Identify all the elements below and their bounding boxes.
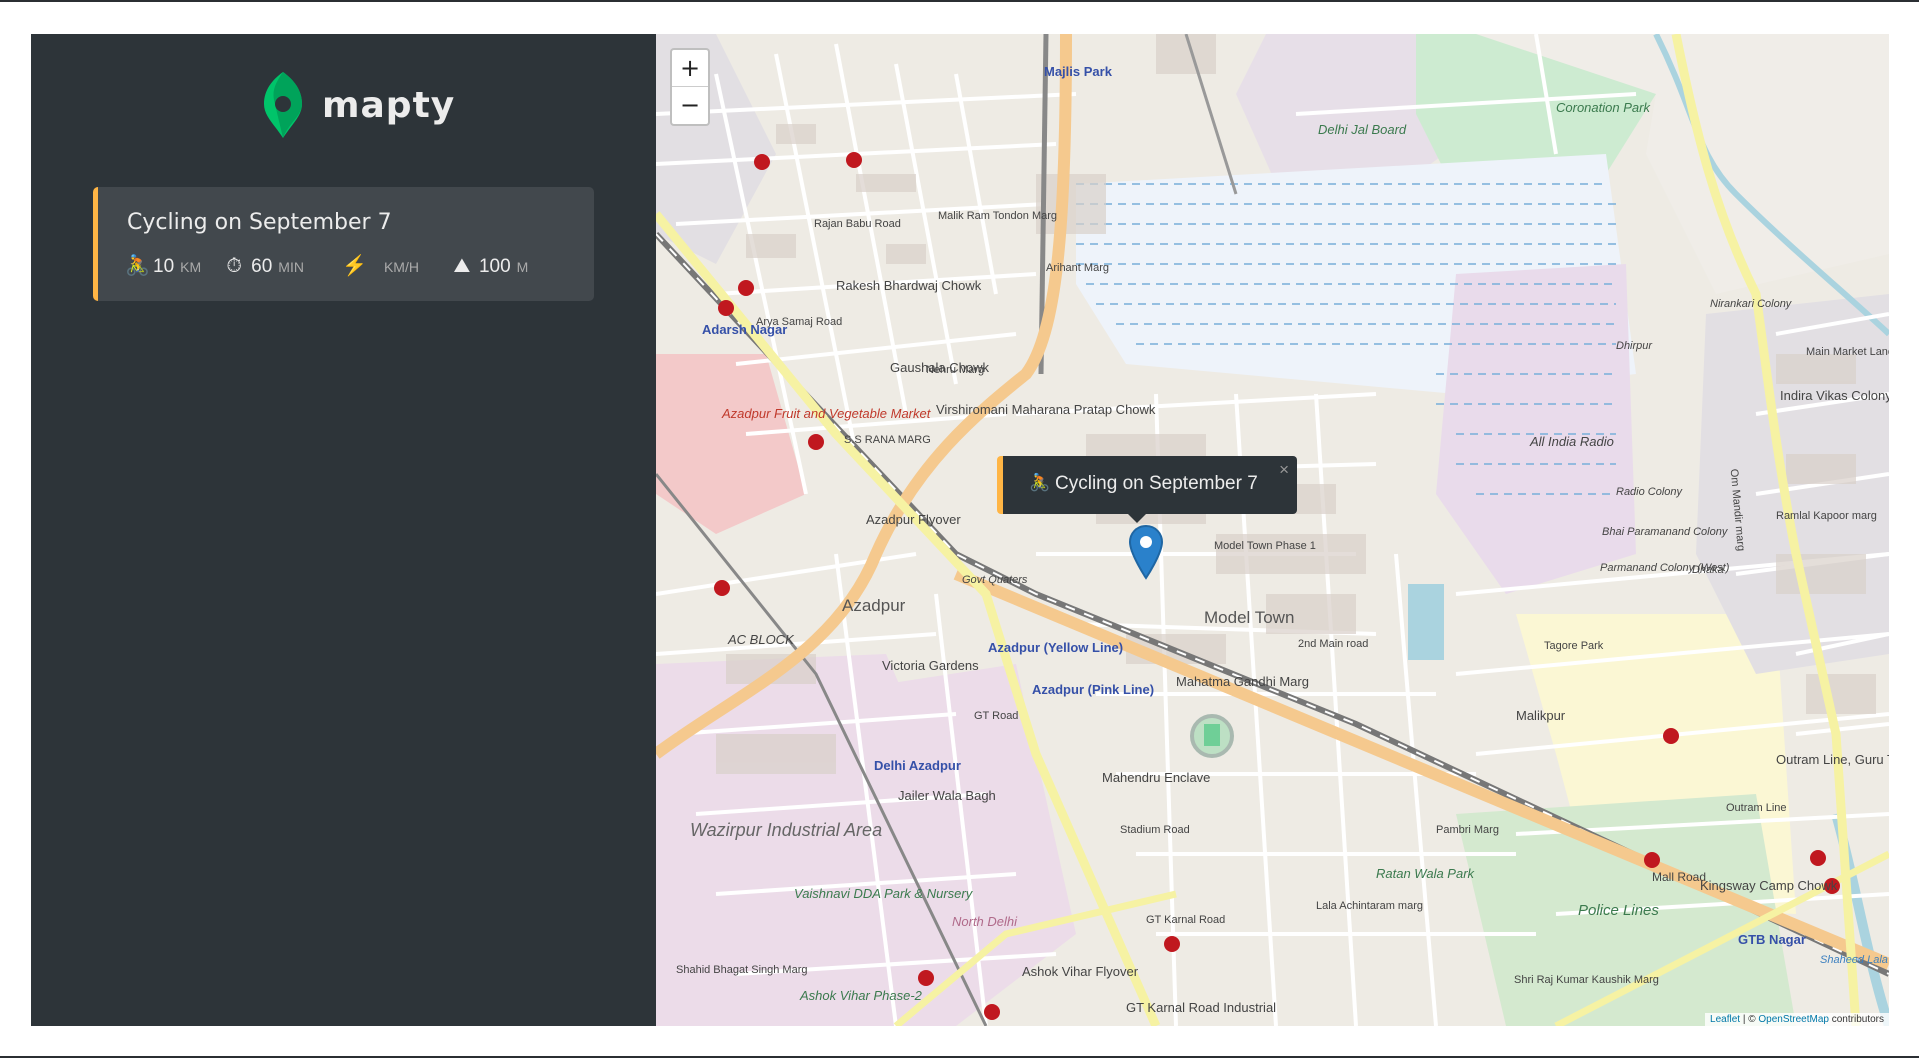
map-label: Shaheed Lala Narain Marg [1820,954,1889,966]
map-label: Dhaka [1692,564,1724,576]
map-label: GT Karnal Road Industrial [1126,1000,1277,1015]
top-border [0,0,1919,2]
map-label: Victoria Gardens [882,658,979,673]
distance-value: 10 [153,256,175,277]
map-label: Pambri Marg [1436,824,1499,836]
map[interactable]: Majlis Park Delhi Jal Board Coronation P… [656,34,1889,1026]
speed-unit: km/h [383,259,419,275]
duration-detail: ⏱ 60 min [223,255,304,278]
map-label: Jailer Wala Bagh [898,788,996,803]
map-label: Model Town Phase 1 [1214,540,1316,552]
map-label: Mahendru Enclave [1102,770,1211,785]
map-label: Wazirpur Industrial Area [690,820,883,840]
map-label: All India Radio [1530,434,1614,449]
workout-popup[interactable]: 🚴 Cycling on September 7 × [997,456,1297,514]
map-label: Stadium Road [1120,824,1190,836]
map-label: Kingsway Camp Chowk [1700,878,1838,893]
osm-link[interactable]: OpenStreetMap [1758,1014,1829,1025]
logo: mapty [262,70,455,140]
map-label: Delhi Jal Board [1318,122,1407,137]
map-label: Shahid Bhagat Singh Marg [676,964,808,976]
map-label: Malik Ram Tondon Marg [938,210,1058,222]
map-label: GT Road [974,710,1019,722]
map-label: Delhi Azadpur [874,758,961,773]
map-label: Malikpur [1516,708,1566,723]
map-label: Azadpur (Pink Line) [1032,682,1155,697]
stopwatch-icon: ⏱ [226,255,242,277]
attribution-suffix: contributors [1828,1014,1884,1025]
map-label: Ashok Vihar Phase-2 [800,988,922,1003]
location-marker-icon[interactable] [1128,524,1164,580]
distance-detail: 🚴 10 km [125,253,201,278]
workout-card-cycling[interactable]: Cycling on September 7 🚴 10 km ⏱ 60 min … [93,187,594,301]
map-label: Lala Achintaram marg [1316,900,1423,912]
map-label: Virshiromani Maharana Pratap Chowk [936,402,1156,417]
leaflet-link[interactable]: Leaflet [1710,1014,1740,1025]
map-label: 2nd Main road [1298,638,1369,650]
speed-detail: ⚡️ km/h [342,253,419,278]
map-label: Dhirpur [1616,340,1653,352]
location-pin-logo-icon [264,72,302,138]
map-label: Indira Vikas Colony [1780,388,1889,403]
popup-tip [1127,513,1147,523]
distance-unit: km [180,259,202,275]
map-label: Bhai Paramanand Colony [1602,526,1728,538]
elevation-unit: m [516,259,529,275]
map-label: Mahatma Gandhi Marg [1176,674,1309,689]
map-label: Tagore Park [1544,640,1604,652]
popup-text: Cycling on September 7 [1055,473,1258,494]
map-label: Arya Samaj Road [756,316,843,328]
map-label: Coronation Park [1556,100,1650,115]
map-label: Ashok Vihar Flyover [1022,964,1139,979]
map-label: Shri Raj Kumar Kaushik Marg [1514,974,1659,986]
map-label: Azadpur [842,596,906,615]
workout-title: Cycling on September 7 [127,210,392,235]
map-label: Mall Road [1652,870,1707,884]
map-label: S.S RANA MARG [844,434,931,446]
map-label: Govt Quaters [962,574,1028,586]
map-label: Azadpur Flyover [866,512,961,527]
map-label: GT Karnal Road [1146,914,1226,926]
map-label: Ramlal Kapoor marg [1776,510,1877,522]
zoom-control: + − [670,48,710,126]
mountain-icon: ⛰ [453,255,471,277]
map-label: GTB Nagar [1738,932,1806,947]
map-label: North Delhi [952,914,1018,929]
map-label: AC BLOCK [728,632,794,647]
map-label: Nehru Marg [926,364,985,376]
map-label: Nirankari Colony [1710,298,1792,310]
map-label: Majlis Park [1044,64,1112,79]
zoom-out-button[interactable]: − [672,87,708,123]
app-name: mapty [322,84,456,126]
map-label: Outram Line, Guru Tegh Bahadur Nagar [1776,752,1889,767]
zoom-in-button[interactable]: + [672,50,708,87]
map-label: Rajan Babu Road [814,218,901,230]
map-label: Ratan Wala Park [1376,866,1475,881]
map-label: Azadpur Fruit and Vegetable Market [722,406,931,421]
map-label: Vaishnavi DDA Park & Nursery [794,886,973,901]
elevation-detail: ⛰ 100 m [451,255,529,278]
elevation-value: 100 [478,256,511,277]
map-label: Rakesh Bhardwaj Chowk [836,278,982,293]
cyclist-icon: 🚴 [125,255,150,277]
map-label: Model Town [1204,608,1295,627]
workout-details: 🚴 10 km ⏱ 60 min ⚡️ km/h ⛰ 100 m [125,253,528,278]
map-label: Outram Line [1726,802,1787,814]
cyclist-icon: 🚴 [1029,473,1051,492]
popup-close-button[interactable]: × [1279,460,1289,480]
map-label: Radio Colony [1616,486,1683,498]
duration-value: 60 [251,256,273,277]
lightning-icon: ⚡️ [341,255,367,277]
attribution-separator: | © [1740,1014,1759,1025]
map-label: Main Market Lane [1806,346,1889,358]
map-attribution: Leaflet | © OpenStreetMap contributors [1705,1013,1889,1026]
duration-unit: min [278,259,304,275]
map-label: Arihant Marg [1046,262,1109,274]
map-label: Police Lines [1578,902,1659,919]
map-label: Azadpur (Yellow Line) [988,640,1124,655]
sidebar: mapty Cycling on September 7 🚴 10 km ⏱ 6… [31,34,656,1026]
